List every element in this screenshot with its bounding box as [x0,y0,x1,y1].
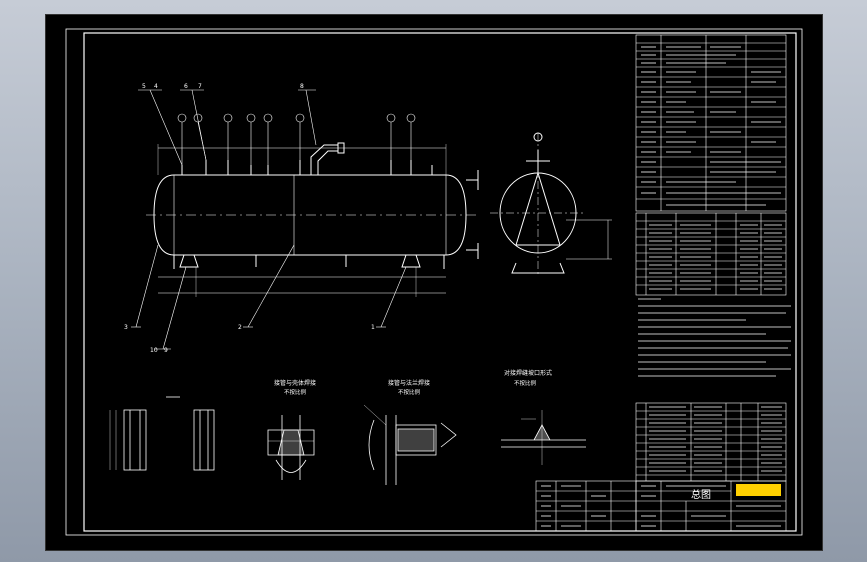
vessel-side-view [146,142,479,297]
technical-data-table [635,34,787,212]
saddle-left [179,254,199,268]
detail-2-title: 接管与法兰焊接 [388,379,430,387]
cad-drawing: 5 4 6 7 8 3 2 1 10 9 总图 接管与壳体焊接 不按比例 接管与… [65,28,803,536]
callout-10: 10 [150,347,158,354]
callout-5: 5 [142,83,146,90]
detail-3-title: 对接焊缝坡口形式 [504,369,552,377]
nozzle-bubbles [177,113,416,165]
right-table-block [535,34,787,532]
callout-1: 1 [371,324,375,331]
saddle-right [401,254,421,268]
vessel-end-view [490,132,612,275]
parts-list-marks [541,406,782,527]
detail-A [109,396,215,471]
callout-9: 9 [164,347,168,354]
detail-3-subtitle: 不按比例 [514,379,537,387]
callout-2: 2 [238,324,242,331]
technical-requirements-notes [638,298,791,377]
callout-8: 8 [300,83,304,90]
callout-6: 6 [184,83,188,90]
company-mark [736,484,781,496]
detail-1-subtitle: 不按比例 [284,388,307,396]
nozzle-table-marks [649,224,782,290]
table-text-marks [641,46,781,206]
detail-3-groove [501,410,586,465]
part-callout-labels: 5 4 6 7 8 3 2 1 10 9 [124,83,375,354]
drawing-name: 总图 [691,488,711,501]
detail-2-subtitle: 不按比例 [398,388,421,396]
detail-2-weld [363,404,457,485]
manway-pipe [310,144,338,175]
callout-3: 3 [124,324,128,331]
callout-7: 7 [198,83,202,90]
part-leaders [131,89,407,350]
detail-1-weld [267,415,315,480]
callout-4: 4 [154,83,158,90]
detail-1-title: 接管与壳体焊接 [274,379,316,387]
cad-viewport[interactable]: 5 4 6 7 8 3 2 1 10 9 总图 接管与壳体焊接 不按比例 接管与… [45,14,823,551]
inner-frame [83,32,797,532]
